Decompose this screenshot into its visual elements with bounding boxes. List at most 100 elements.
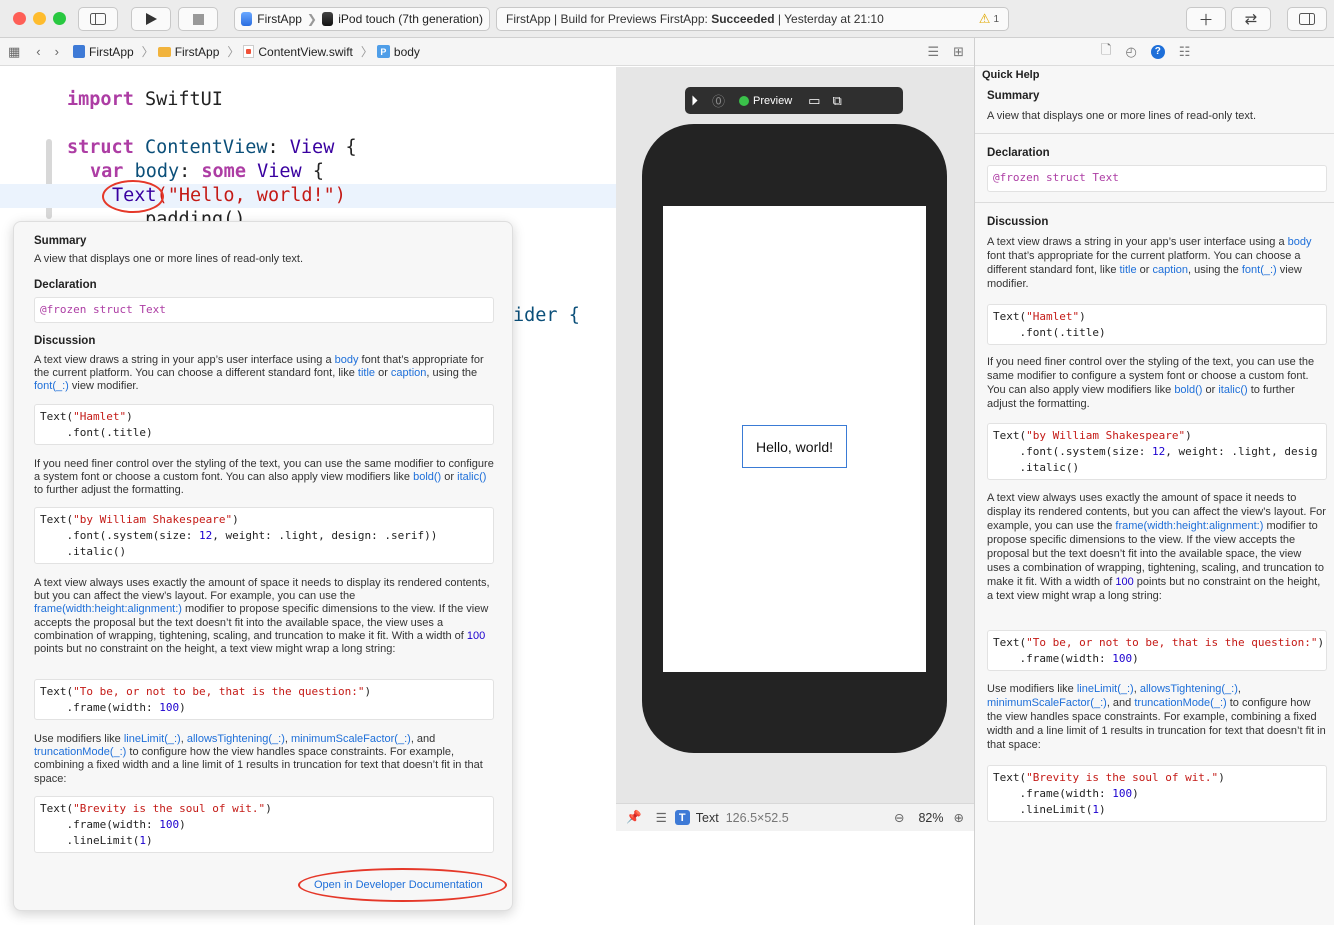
attributes-icon[interactable]: ☷ [1179, 44, 1191, 60]
breadcrumb-project[interactable]: FirstApp [72, 44, 134, 59]
swift-file-icon [243, 45, 255, 58]
pin-icon[interactable]: 📌 [626, 810, 642, 825]
breadcrumb-group[interactable]: FirstApp [157, 44, 220, 59]
linelimit-link[interactable]: lineLimit(_:) [124, 733, 181, 745]
sidebar-icon [90, 13, 106, 25]
file-inspector-icon[interactable]: 🗋 [1101, 41, 1111, 63]
summary-heading: Summary [987, 90, 1040, 102]
breadcrumb-file[interactable]: ContentView.swift [243, 45, 353, 59]
minimumscalefactor-link[interactable]: minimumScaleFactor(_:) [291, 733, 411, 745]
title-link[interactable]: title [1120, 264, 1137, 276]
code-sample-hamlet: Text("Hamlet") .font(.title) [987, 304, 1327, 345]
scheme-device-name: iPod touch (7th generation) [338, 12, 483, 26]
declaration-heading: Declaration [34, 279, 97, 291]
stop-button[interactable] [178, 7, 218, 31]
body-link[interactable]: body [335, 354, 359, 366]
linelimit-link[interactable]: lineLimit(_:) [1077, 683, 1134, 695]
breadcrumb-symbol[interactable]: P body [376, 44, 420, 59]
truncationmode-link[interactable]: truncationMode(_:) [34, 746, 126, 758]
declaration-code: @frozen struct Text [987, 165, 1327, 192]
discussion-paragraph-3: A text view always uses exactly the amou… [34, 577, 490, 656]
close-window-button[interactable] [13, 12, 26, 25]
library-button[interactable]: ＋ [1186, 7, 1226, 31]
jump-bar: ▦ ‹ › FirstApp 〉 FirstApp 〉 ContentView.… [0, 38, 974, 66]
docs-link-annotation-oval [298, 868, 507, 902]
back-arrow-icon[interactable]: ‹ [36, 44, 40, 59]
minimize-window-button[interactable] [33, 12, 46, 25]
inspector-toggle-button[interactable] [1287, 7, 1327, 31]
navigator-toggle-button[interactable] [78, 7, 118, 31]
run-button[interactable] [131, 7, 171, 31]
code-sample-question: Text("To be, or not to be, that is the q… [987, 630, 1327, 671]
breadcrumb-label: body [393, 44, 420, 59]
bold-link[interactable]: bold() [413, 471, 441, 483]
inspector-panel-icon [1299, 13, 1315, 25]
code-line-provider: ider { [513, 305, 580, 326]
preview-status: Preview [739, 95, 792, 107]
inspect-icon[interactable]: ⓪ [712, 91, 725, 110]
editor-options-icon[interactable]: ☰ [927, 44, 939, 60]
italic-link[interactable]: italic() [457, 471, 486, 483]
code-line-import: import SwiftUI [67, 89, 223, 110]
split-editor-icon[interactable]: ⊞ [953, 44, 964, 60]
summary-heading: Summary [34, 235, 87, 247]
preview-status-bar: 📌 ☰ T Text 126.5×52.5 ⊖ 82% ⊕ [616, 803, 974, 831]
zoom-window-button[interactable] [53, 12, 66, 25]
activity-prefix: FirstApp | Build for Previews FirstApp: [506, 12, 708, 26]
breadcrumb-label: FirstApp [88, 44, 134, 59]
frame-link[interactable]: frame(width:height:alignment:) [34, 603, 182, 615]
frame-link[interactable]: frame(width:height:alignment:) [1115, 520, 1263, 532]
code-sample-hamlet: Text("Hamlet") .font(.title) [34, 404, 494, 445]
quick-help-inspector: 🗋 ◴ ? ☷ Quick Help Summary A view that d… [974, 38, 1334, 925]
activity-viewer[interactable]: FirstApp | Build for Previews FirstApp: … [496, 7, 1009, 31]
plus-icon: ＋ [1198, 11, 1214, 29]
truncationmode-link[interactable]: truncationMode(_:) [1134, 697, 1226, 709]
quick-help-icon[interactable]: ? [1150, 44, 1165, 59]
activity-time: | Yesterday at 21:10 [777, 12, 884, 26]
code-sample-shakespeare: Text("by William Shakespeare") .font(.sy… [34, 507, 494, 564]
font-link[interactable]: font(_:) [34, 380, 69, 392]
breadcrumb-label: FirstApp [174, 44, 220, 59]
caption-link[interactable]: caption [391, 367, 426, 379]
font-link[interactable]: font(_:) [1242, 264, 1277, 276]
italic-link[interactable]: italic() [1218, 384, 1247, 396]
discussion-paragraph-1: A text view draws a string in your app’s… [34, 354, 484, 393]
text-annotation-circle [102, 180, 164, 213]
status-dot-icon [739, 95, 750, 106]
hello-world-text[interactable]: Hello, world! [742, 425, 847, 468]
code-sample-brevity: Text("Brevity is the soul of wit.") .fra… [34, 796, 494, 853]
discussion-paragraph-2: If you need finer control over the styli… [987, 356, 1315, 410]
allowstightening-link[interactable]: allowsTightening(_:) [1140, 683, 1238, 695]
grid-icon[interactable]: ▦ [8, 44, 20, 60]
discussion-paragraph-3: A text view always uses exactly the amou… [987, 492, 1326, 602]
adjust-icon[interactable]: ☰ [656, 810, 667, 825]
zoom-in-icon[interactable]: ⊕ [954, 810, 964, 825]
inspector-tabs: 🗋 ◴ ? ☷ [975, 38, 1334, 66]
folder-icon [157, 46, 171, 57]
code-sample-question: Text("To be, or not to be, that is the q… [34, 679, 494, 720]
title-link[interactable]: title [358, 367, 375, 379]
zoom-out-icon[interactable]: ⊖ [894, 810, 904, 825]
discussion-paragraph-4: Use modifiers like lineLimit(_:), allows… [987, 683, 1326, 751]
duplicate-preview-icon[interactable]: ⧉ [832, 93, 841, 109]
caption-link[interactable]: caption [1153, 264, 1188, 276]
device-frame: Hello, world! [642, 124, 947, 753]
selected-type: Text [695, 810, 719, 825]
forward-arrow-icon[interactable]: › [55, 44, 59, 59]
history-icon[interactable]: ◴ [1125, 44, 1136, 60]
code-review-button[interactable]: ⇄ [1231, 7, 1271, 31]
summary-text: A view that displays one or more lines o… [987, 110, 1257, 122]
allowstightening-link[interactable]: allowsTightening(_:) [187, 733, 285, 745]
bold-link[interactable]: bold() [1174, 384, 1202, 396]
discussion-heading: Discussion [987, 216, 1049, 228]
minimumscalefactor-link[interactable]: minimumScaleFactor(_:) [987, 697, 1107, 709]
stop-icon [192, 13, 204, 25]
device-settings-icon[interactable]: ▭ [808, 93, 820, 109]
scheme-app-name: FirstApp [257, 12, 302, 26]
body-link[interactable]: body [1288, 236, 1312, 248]
scheme-selector[interactable]: FirstApp ❯ iPod touch (7th generation) [234, 7, 490, 31]
live-preview-icon[interactable]: ⏵ [691, 92, 698, 109]
discussion-heading: Discussion [34, 335, 96, 347]
text-type-icon: T [674, 810, 690, 825]
section-divider [975, 133, 1334, 134]
